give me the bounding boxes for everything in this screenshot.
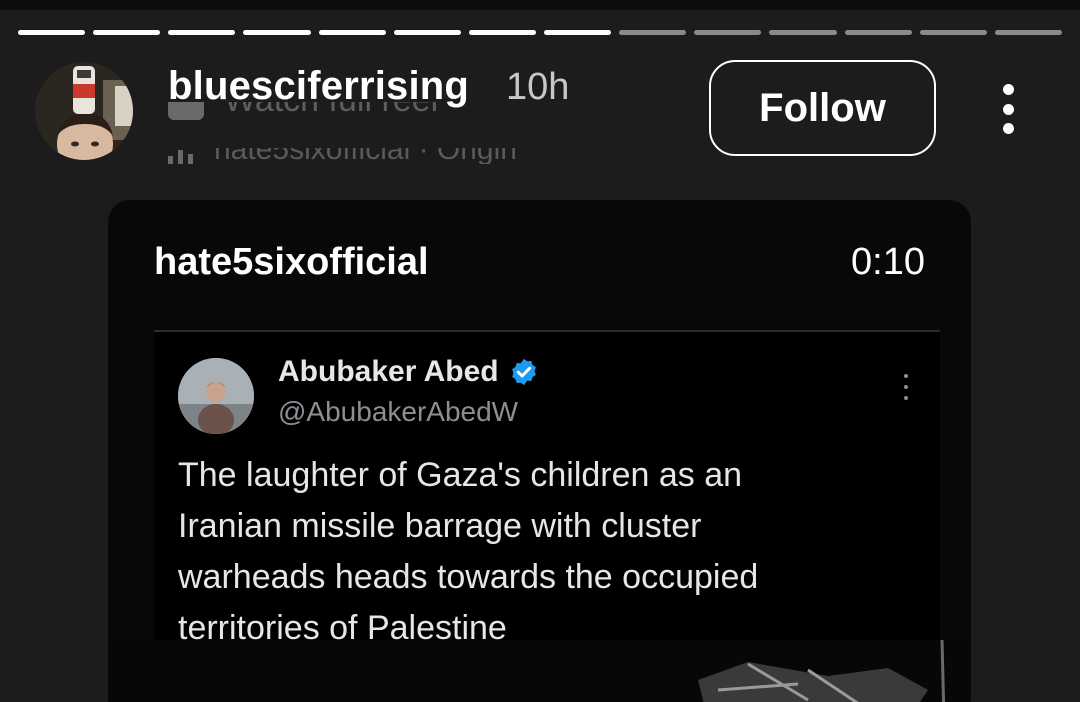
- story-progress-bar: [18, 30, 1062, 35]
- top-edge: [0, 0, 1080, 10]
- overlapped-audio-line: hate5sixofficial · Origin: [168, 148, 608, 164]
- avatar-image: [35, 62, 133, 160]
- progress-segment: [393, 30, 461, 35]
- progress-segment: [769, 30, 837, 35]
- story-timestamp: 10h: [506, 66, 570, 108]
- reel-duration: 0:10: [851, 241, 925, 283]
- tweet-more-icon: [902, 374, 910, 400]
- verified-badge-icon: [511, 358, 536, 386]
- follow-button[interactable]: Follow: [709, 60, 936, 156]
- tweet-text: The laughter of Gaza's children as an Ir…: [178, 450, 898, 654]
- tweet-author-name: Abubaker Abed: [278, 354, 539, 390]
- reel-account-name: hate5sixofficial: [154, 241, 429, 283]
- shared-reel-card[interactable]: hate5sixofficial 0:10 Abubaker Abed @Abu…: [108, 200, 971, 702]
- progress-segment: [318, 30, 386, 35]
- tweet-line: The laughter of Gaza's children as an: [178, 456, 743, 494]
- tweet-display-name: Abubaker Abed: [278, 355, 499, 388]
- watch-reel-text: Watch full reel: [224, 102, 438, 117]
- tweet-avatar-image: [178, 358, 254, 434]
- audio-bars-icon: [168, 150, 193, 164]
- progress-segment: [243, 30, 311, 35]
- tweet-line: warheads heads towards the occupied: [178, 558, 759, 596]
- audio-source-text: hate5sixofficial · Origin: [214, 148, 517, 164]
- tweet-author-avatar: [178, 358, 254, 434]
- tweet-line: Iranian missile barrage with cluster: [178, 507, 702, 545]
- progress-segment: [619, 30, 687, 35]
- video-frame-preview: [108, 640, 971, 702]
- tweet-author-handle: @AbubakerAbedW: [278, 396, 519, 427]
- progress-segment: [994, 30, 1062, 35]
- overlapped-watch-reel-line: Watch full reel: [168, 102, 488, 124]
- profile-avatar[interactable]: [35, 62, 133, 160]
- progress-segment: [844, 30, 912, 35]
- progress-segment: [168, 30, 236, 35]
- reel-play-icon: [168, 102, 204, 120]
- progress-segment: [18, 30, 86, 35]
- progress-segment: [919, 30, 987, 35]
- progress-segment: [694, 30, 762, 35]
- embedded-tweet: Abubaker Abed @AbubakerAbedW The laughte…: [154, 330, 940, 660]
- progress-segment: [93, 30, 161, 35]
- progress-segment: [468, 30, 536, 35]
- progress-segment: [543, 30, 612, 35]
- vertical-ellipsis-icon[interactable]: [990, 84, 1026, 134]
